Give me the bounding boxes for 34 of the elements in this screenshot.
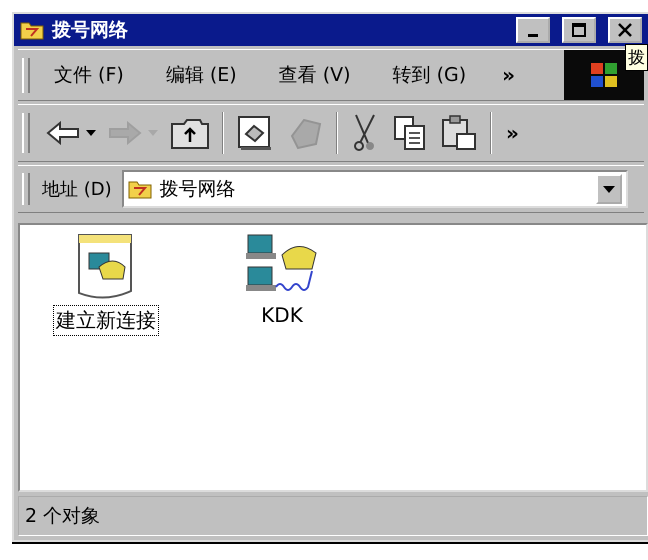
minimize-icon bbox=[528, 34, 538, 36]
copy-icon bbox=[392, 114, 428, 152]
toolbar-grip[interactable] bbox=[22, 58, 30, 92]
menu-item[interactable]: 查看 (V) bbox=[264, 58, 365, 92]
menu-item[interactable]: 编辑 (E) bbox=[152, 58, 251, 92]
maximize-icon bbox=[571, 22, 587, 38]
close-button[interactable] bbox=[608, 17, 642, 43]
folder-icon bbox=[20, 20, 44, 40]
caret-icon bbox=[86, 130, 96, 136]
minimize-button[interactable] bbox=[516, 17, 550, 43]
window-title: 拨号网络 bbox=[52, 18, 129, 43]
menu-item[interactable]: 转到 (G) bbox=[378, 58, 480, 92]
tooltip: 拨 bbox=[625, 44, 648, 71]
address-label: 地址 (D) bbox=[41, 178, 113, 201]
dropdown-button[interactable] bbox=[596, 174, 622, 204]
close-icon bbox=[617, 22, 633, 38]
caret-icon bbox=[148, 130, 158, 136]
maximize-button[interactable] bbox=[562, 17, 596, 43]
caret-icon bbox=[603, 186, 615, 192]
folder-icon bbox=[128, 179, 152, 199]
file-label[interactable]: 建立新连接 bbox=[53, 305, 159, 336]
menu-item[interactable]: 文件 (F) bbox=[40, 58, 138, 92]
address-field[interactable]: 拨号网络 bbox=[122, 170, 628, 208]
toolbar-grip[interactable] bbox=[22, 172, 30, 206]
toolbar-overflow-chevron[interactable]: » bbox=[498, 121, 527, 145]
toolbar-grip[interactable] bbox=[22, 113, 30, 153]
up-folder-icon bbox=[170, 116, 210, 150]
address-value: 拨号网络 bbox=[160, 177, 237, 202]
status-text: 2 个对象 bbox=[25, 504, 100, 529]
left-arrow-icon bbox=[46, 120, 80, 146]
clipboard-icon bbox=[440, 114, 478, 152]
right-arrow-icon bbox=[108, 120, 142, 146]
menu-overflow-chevron[interactable]: » bbox=[494, 63, 524, 87]
file-label[interactable]: KDK bbox=[258, 301, 306, 329]
